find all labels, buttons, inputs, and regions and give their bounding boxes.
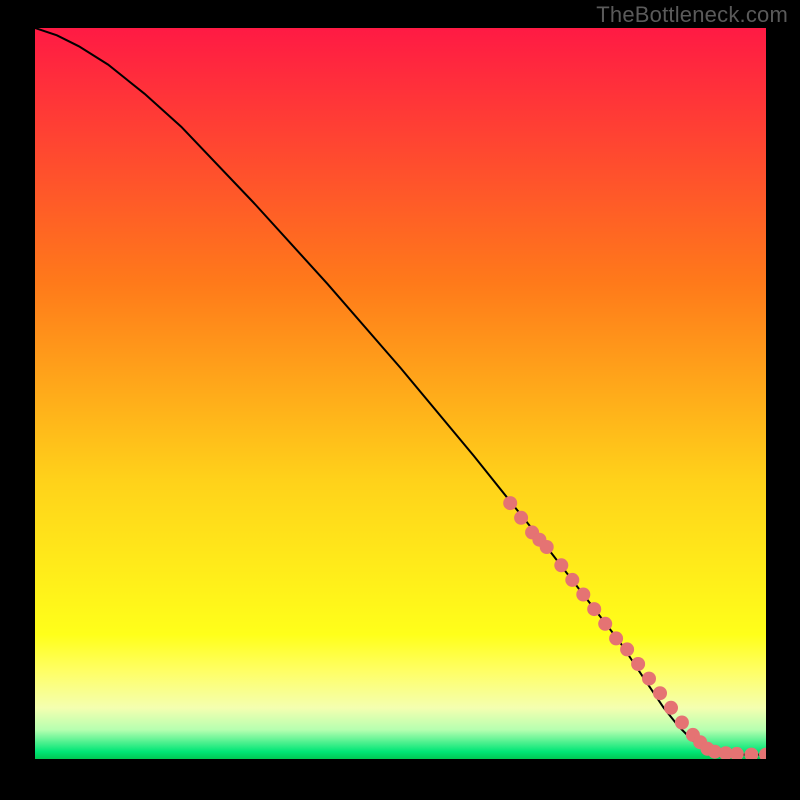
data-marker — [664, 701, 678, 715]
data-markers — [503, 496, 766, 759]
data-marker — [503, 496, 517, 510]
data-marker — [598, 617, 612, 631]
data-marker — [642, 672, 656, 686]
plot-area — [35, 28, 766, 759]
data-marker — [554, 558, 568, 572]
data-marker — [620, 642, 634, 656]
markers-layer — [35, 28, 766, 759]
chart-stage: TheBottleneck.com — [0, 0, 800, 800]
data-marker — [514, 511, 528, 525]
watermark-text: TheBottleneck.com — [596, 2, 788, 28]
data-marker — [759, 748, 766, 759]
data-marker — [631, 657, 645, 671]
data-marker — [744, 748, 758, 759]
data-marker — [587, 602, 601, 616]
data-marker — [565, 573, 579, 587]
data-marker — [653, 686, 667, 700]
data-marker — [540, 540, 554, 554]
data-marker — [675, 716, 689, 730]
data-marker — [576, 588, 590, 602]
data-marker — [609, 631, 623, 645]
data-marker — [730, 747, 744, 759]
